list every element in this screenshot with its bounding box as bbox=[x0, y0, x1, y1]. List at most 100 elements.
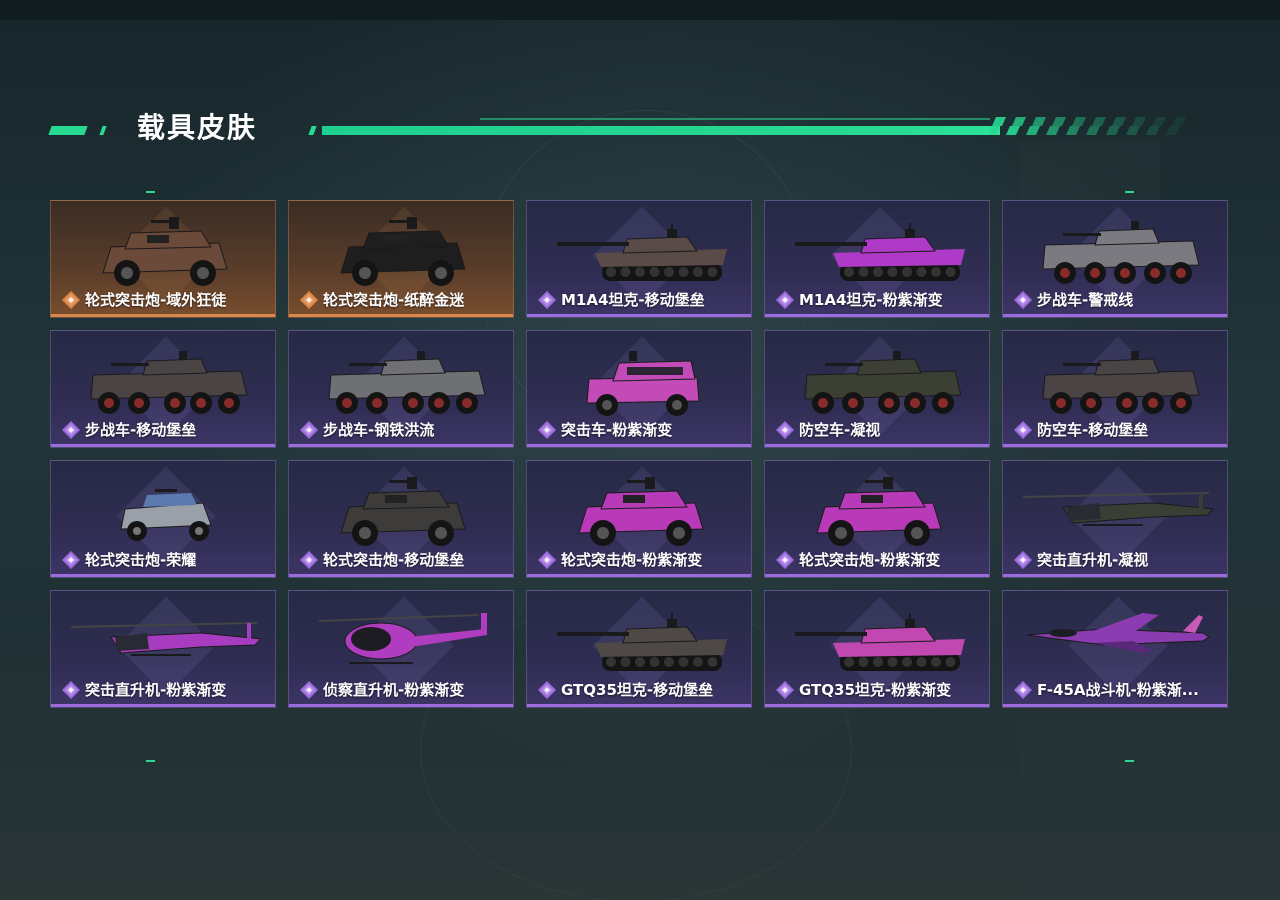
rarity-purple-icon bbox=[1013, 290, 1033, 310]
card-label-row: GTQ35坦克-移动堡垒 bbox=[537, 680, 745, 700]
header-decoration bbox=[308, 126, 317, 135]
rarity-orange-icon bbox=[61, 290, 81, 310]
card-label-row: 轮式突击炮-移动堡垒 bbox=[299, 550, 507, 570]
rarity-bar bbox=[527, 314, 751, 317]
vehicle-image bbox=[795, 613, 965, 671]
card-label-row: 步战车-警戒线 bbox=[1013, 290, 1221, 310]
rarity-bar bbox=[765, 704, 989, 707]
corner-tick bbox=[1125, 760, 1134, 762]
card-label-row: 突击直升机-凝视 bbox=[1013, 550, 1221, 570]
skin-card[interactable]: 防空车-凝视 bbox=[764, 330, 990, 448]
skin-card[interactable]: 侦察直升机-粉紫渐变 bbox=[288, 590, 514, 708]
skin-card[interactable]: GTQ35坦克-移动堡垒 bbox=[526, 590, 752, 708]
skin-card[interactable]: 轮式突击炮-移动堡垒 bbox=[288, 460, 514, 578]
skin-card[interactable]: 突击直升机-粉紫渐变 bbox=[50, 590, 276, 708]
skin-card[interactable]: 轮式突击炮-域外狂徒 bbox=[50, 200, 276, 318]
skin-card[interactable]: 轮式突击炮-粉紫渐变 bbox=[764, 460, 990, 578]
skin-card[interactable]: F-45A战斗机-粉紫渐... bbox=[1002, 590, 1228, 708]
vehicle-image bbox=[804, 351, 962, 414]
card-label-row: GTQ35坦克-粉紫渐变 bbox=[775, 680, 983, 700]
rarity-purple-icon bbox=[775, 680, 795, 700]
rarity-purple-icon bbox=[61, 550, 81, 570]
card-label-row: 防空车-凝视 bbox=[775, 420, 983, 440]
vehicle-image bbox=[318, 613, 487, 664]
skin-grid: 轮式突击炮-域外狂徒 轮式突击炮-纸醉金迷 M1A4坦克-移动堡垒 M1A4坦克… bbox=[50, 200, 1230, 710]
card-label-row: 防空车-移动堡垒 bbox=[1013, 420, 1221, 440]
vehicle-image bbox=[586, 351, 700, 416]
card-label-row: 突击车-粉紫渐变 bbox=[537, 420, 745, 440]
skin-name: 突击直升机-凝视 bbox=[1037, 551, 1149, 569]
corner-tick bbox=[1125, 191, 1134, 193]
card-label-row: M1A4坦克-粉紫渐变 bbox=[775, 290, 983, 310]
skin-card[interactable]: M1A4坦克-粉紫渐变 bbox=[764, 200, 990, 318]
rarity-bar bbox=[1003, 444, 1227, 447]
skin-name: M1A4坦克-粉紫渐变 bbox=[799, 291, 943, 309]
rarity-bar bbox=[765, 574, 989, 577]
header-decoration bbox=[48, 126, 88, 135]
skin-card[interactable]: 步战车-移动堡垒 bbox=[50, 330, 276, 448]
rarity-purple-icon bbox=[1013, 550, 1033, 570]
skin-card[interactable]: 步战车-钢铁洪流 bbox=[288, 330, 514, 448]
rarity-bar bbox=[289, 574, 513, 577]
card-label-row: 侦察直升机-粉紫渐变 bbox=[299, 680, 507, 700]
vehicle-image bbox=[340, 217, 466, 286]
rarity-bar bbox=[527, 704, 751, 707]
vehicle-image bbox=[578, 477, 704, 546]
skin-name: 突击车-粉紫渐变 bbox=[561, 421, 673, 439]
skin-name: GTQ35坦克-粉紫渐变 bbox=[799, 681, 952, 699]
vehicle-image bbox=[340, 477, 466, 546]
card-label-row: 突击直升机-粉紫渐变 bbox=[61, 680, 269, 700]
rarity-purple-icon bbox=[537, 420, 557, 440]
vehicle-image bbox=[816, 477, 942, 546]
rarity-purple-icon bbox=[775, 550, 795, 570]
rarity-bar bbox=[51, 704, 275, 707]
rarity-bar bbox=[765, 314, 989, 317]
header-checker-pattern bbox=[990, 117, 1186, 135]
skin-name: 步战车-移动堡垒 bbox=[85, 421, 197, 439]
rarity-purple-icon bbox=[537, 680, 557, 700]
corner-tick bbox=[146, 191, 155, 193]
skin-name: 步战车-警戒线 bbox=[1037, 291, 1134, 309]
card-label-row: 轮式突击炮-荣耀 bbox=[61, 550, 269, 570]
rarity-bar bbox=[51, 574, 275, 577]
vehicle-image bbox=[328, 351, 486, 414]
skin-card[interactable]: 轮式突击炮-荣耀 bbox=[50, 460, 276, 578]
rarity-bar bbox=[527, 444, 751, 447]
rarity-bar bbox=[765, 444, 989, 447]
header-thin-line bbox=[480, 118, 990, 120]
card-label-row: 步战车-移动堡垒 bbox=[61, 420, 269, 440]
skin-card[interactable]: 突击直升机-凝视 bbox=[1002, 460, 1228, 578]
skin-name: GTQ35坦克-移动堡垒 bbox=[561, 681, 714, 699]
skin-card[interactable]: M1A4坦克-移动堡垒 bbox=[526, 200, 752, 318]
skin-card[interactable]: 步战车-警戒线 bbox=[1002, 200, 1228, 318]
top-strip bbox=[0, 0, 1280, 20]
skin-name: 轮式突击炮-域外狂徒 bbox=[85, 291, 227, 309]
rarity-purple-icon bbox=[1013, 680, 1033, 700]
vehicle-image bbox=[102, 217, 228, 286]
header-decoration bbox=[99, 126, 107, 135]
skin-name: 轮式突击炮-移动堡垒 bbox=[323, 551, 465, 569]
skin-name: 步战车-钢铁洪流 bbox=[323, 421, 435, 439]
skin-card[interactable]: 轮式突击炮-纸醉金迷 bbox=[288, 200, 514, 318]
card-label-row: 轮式突击炮-域外狂徒 bbox=[61, 290, 269, 310]
rarity-purple-icon bbox=[299, 550, 319, 570]
rarity-bar bbox=[289, 444, 513, 447]
skin-card[interactable]: 轮式突击炮-粉紫渐变 bbox=[526, 460, 752, 578]
rarity-purple-icon bbox=[537, 290, 557, 310]
skin-name: 侦察直升机-粉紫渐变 bbox=[323, 681, 465, 699]
skin-name: 轮式突击炮-粉紫渐变 bbox=[561, 551, 703, 569]
skin-name: 轮式突击炮-荣耀 bbox=[85, 551, 197, 569]
rarity-purple-icon bbox=[537, 550, 557, 570]
rarity-orange-icon bbox=[299, 290, 319, 310]
vehicle-image bbox=[1042, 221, 1200, 284]
rarity-purple-icon bbox=[1013, 420, 1033, 440]
skin-card[interactable]: 突击车-粉紫渐变 bbox=[526, 330, 752, 448]
rarity-purple-icon bbox=[299, 680, 319, 700]
vehicle-image bbox=[1026, 613, 1210, 653]
skin-card[interactable]: GTQ35坦克-粉紫渐变 bbox=[764, 590, 990, 708]
rarity-purple-icon bbox=[299, 420, 319, 440]
vehicle-image bbox=[1042, 351, 1200, 414]
vehicle-image bbox=[557, 613, 727, 671]
skin-card[interactable]: 防空车-移动堡垒 bbox=[1002, 330, 1228, 448]
rarity-bar bbox=[1003, 574, 1227, 577]
